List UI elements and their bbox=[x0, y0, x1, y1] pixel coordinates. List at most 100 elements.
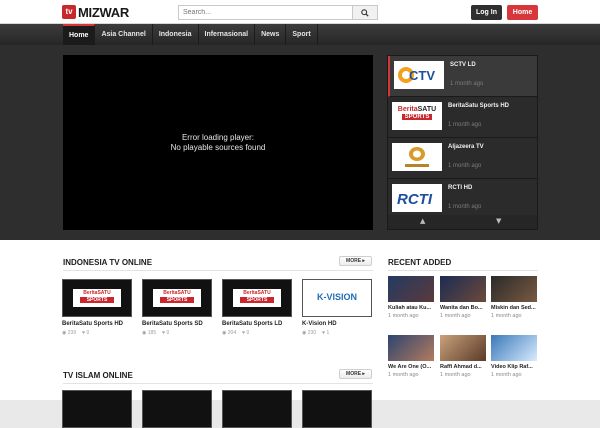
playlist-item-title: RCTI HD bbox=[448, 185, 473, 191]
site-logo[interactable]: tv MIZWAR bbox=[62, 4, 129, 20]
player-error-line2: No playable sources found bbox=[170, 142, 266, 152]
likes-count: ♥ 0 bbox=[242, 330, 250, 336]
recent-video-time: 1 month ago bbox=[388, 313, 419, 319]
search-box bbox=[178, 5, 378, 20]
recent-video-card[interactable]: Wanita dan Bo... 1 month ago bbox=[440, 276, 486, 319]
beritasatu-logo: BeritaSATU SPORTS bbox=[392, 102, 442, 130]
nav-item-news[interactable]: News bbox=[255, 24, 287, 45]
header: tv MIZWAR Log In Home bbox=[0, 0, 600, 24]
nav-item-asia-channel[interactable]: Asia Channel bbox=[95, 24, 153, 45]
search-button[interactable] bbox=[352, 6, 377, 19]
playlist-item-beritasatu[interactable]: BeritaSATU SPORTS BeritaSatu Sports HD 1… bbox=[388, 97, 537, 138]
rcti-logo: RCTI bbox=[392, 184, 442, 212]
playlist-item-title: BeritaSatu Sports HD bbox=[448, 103, 510, 109]
playlist-item-sctv[interactable]: CTV SCTV LD 1 month ago bbox=[388, 56, 537, 97]
recent-video-thumbnail bbox=[440, 335, 486, 361]
recent-video-title: Kuliah atau Ku... bbox=[388, 305, 432, 311]
recent-video-card[interactable]: Video Klip Raf... 1 month ago bbox=[491, 335, 537, 378]
playlist-item-time: 1 month ago bbox=[448, 204, 482, 210]
logo-text: MIZWAR bbox=[78, 4, 129, 20]
islam-channel-thumbnail[interactable] bbox=[142, 390, 212, 428]
channel-title: BeritaSatu Sports HD bbox=[62, 321, 124, 327]
playlist-item-time: 1 month ago bbox=[450, 81, 484, 87]
channel-card[interactable]: BeritaSATU SPORTS BeritaSatu Sports HD ◉… bbox=[62, 279, 132, 336]
recent-video-time: 1 month ago bbox=[440, 313, 471, 319]
channel-card[interactable]: K-VISION K-Vision HD ◉ 230 ♥ 1 bbox=[302, 279, 372, 336]
recent-video-title: We Are One (O... bbox=[388, 364, 432, 370]
recent-video-card[interactable]: Raffi Ahmad d... 1 month ago bbox=[440, 335, 486, 378]
channel-stats: ◉ 230 ♥ 1 bbox=[302, 330, 372, 336]
recent-video-thumbnail bbox=[491, 335, 537, 361]
login-button[interactable]: Log In bbox=[471, 5, 502, 20]
beritasatu-sports-logo: BeritaSATU SPORTS bbox=[233, 289, 281, 307]
player-stage: Error loading player: No playable source… bbox=[0, 45, 600, 240]
beritasatu-sports-logo: BeritaSATU SPORTS bbox=[73, 289, 121, 307]
nav-item-home[interactable]: Home bbox=[63, 24, 96, 45]
aljazeera-logo bbox=[392, 143, 442, 171]
section-divider bbox=[388, 270, 538, 271]
sctv-logo: CTV bbox=[394, 61, 444, 89]
playlist-item-time: 1 month ago bbox=[448, 163, 482, 169]
svg-text:CTV: CTV bbox=[409, 68, 435, 83]
recent-video-title: Raffi Ahmad d... bbox=[440, 364, 482, 370]
islam-channel-thumbnail[interactable] bbox=[62, 390, 132, 428]
recent-video-thumbnail bbox=[388, 276, 434, 302]
nav-item-sport[interactable]: Sport bbox=[286, 24, 318, 45]
section-divider bbox=[63, 383, 373, 384]
logo-tv-badge: tv bbox=[62, 5, 76, 19]
channel-title: K-Vision HD bbox=[302, 321, 337, 327]
main-nav: Home Asia Channel Indonesia Infernasiona… bbox=[63, 24, 318, 45]
section-divider bbox=[63, 270, 373, 271]
nav-item-indonesia[interactable]: Indonesia bbox=[153, 24, 199, 45]
channel-stats: ◉ 204 ♥ 0 bbox=[222, 330, 292, 336]
likes-count: ♥ 0 bbox=[82, 330, 90, 336]
views-count: ◉ 185 bbox=[142, 330, 157, 336]
recent-video-time: 1 month ago bbox=[491, 313, 522, 319]
kvision-logo: K-VISION bbox=[316, 292, 357, 302]
recent-video-thumbnail bbox=[388, 335, 434, 361]
search-input[interactable] bbox=[179, 6, 352, 19]
playlist-item-title: Aljazeera TV bbox=[448, 144, 484, 150]
playlist-up-icon[interactable]: ▲ bbox=[420, 217, 425, 225]
recent-video-time: 1 month ago bbox=[440, 372, 471, 378]
islam-channel-thumbnail[interactable] bbox=[302, 390, 372, 428]
recent-video-card[interactable]: Kuliah atau Ku... 1 month ago bbox=[388, 276, 434, 319]
views-count: ◉ 239 bbox=[62, 330, 77, 336]
islam-channel-thumbnail[interactable] bbox=[222, 390, 292, 428]
channel-thumbnail: BeritaSATU SPORTS bbox=[62, 279, 132, 317]
channel-thumbnail: K-VISION bbox=[302, 279, 372, 317]
home-button[interactable]: Home bbox=[507, 5, 538, 20]
playlist-item-aljazeera[interactable]: Aljazeera TV 1 month ago bbox=[388, 138, 537, 179]
channel-card[interactable]: BeritaSATU SPORTS BeritaSatu Sports LD ◉… bbox=[222, 279, 292, 336]
playlist-item-rcti[interactable]: RCTI RCTI HD 1 month ago bbox=[388, 179, 537, 220]
channel-stats: ◉ 185 ♥ 0 bbox=[142, 330, 212, 336]
recent-video-time: 1 month ago bbox=[491, 372, 522, 378]
channel-thumbnail: BeritaSATU SPORTS bbox=[222, 279, 292, 317]
islam-more-button[interactable]: MORE ▸ bbox=[339, 369, 372, 379]
views-count: ◉ 204 bbox=[222, 330, 237, 336]
playlist-item-time: 1 month ago bbox=[448, 122, 482, 128]
recent-video-thumbnail bbox=[491, 276, 537, 302]
beritasatu-sports-logo: BeritaSATU SPORTS bbox=[153, 289, 201, 307]
nav-item-infernasional[interactable]: Infernasional bbox=[199, 24, 256, 45]
recent-video-thumbnail bbox=[440, 276, 486, 302]
recent-video-card[interactable]: We Are One (O... 1 month ago bbox=[388, 335, 434, 378]
recent-video-title: Wanita dan Bo... bbox=[440, 305, 483, 311]
playlist-item-title: SCTV LD bbox=[450, 62, 476, 68]
recent-section-title: RECENT ADDED bbox=[388, 258, 452, 267]
recent-video-card[interactable]: Miskin dan Sed... 1 month ago bbox=[491, 276, 537, 319]
video-player[interactable]: Error loading player: No playable source… bbox=[63, 55, 373, 230]
content-area: INDONESIA TV ONLINE MORE ▸ BeritaSATU SP… bbox=[0, 240, 600, 428]
indonesia-more-button[interactable]: MORE ▸ bbox=[339, 256, 372, 266]
search-icon bbox=[361, 8, 369, 17]
views-count: ◉ 230 bbox=[302, 330, 317, 336]
indonesia-section-title: INDONESIA TV ONLINE bbox=[63, 258, 153, 267]
likes-count: ♥ 0 bbox=[162, 330, 170, 336]
playlist-down-icon[interactable]: ▼ bbox=[496, 217, 501, 225]
islam-section-title: TV ISLAM ONLINE bbox=[63, 371, 133, 380]
channel-card[interactable]: BeritaSATU SPORTS BeritaSatu Sports SD ◉… bbox=[142, 279, 212, 336]
channel-title: BeritaSatu Sports SD bbox=[142, 321, 203, 327]
channel-title: BeritaSatu Sports LD bbox=[222, 321, 283, 327]
playlist-nav: ▲ ▼ bbox=[388, 215, 537, 229]
channel-playlist: CTV SCTV LD 1 month ago BeritaSATU SPORT… bbox=[387, 55, 538, 230]
